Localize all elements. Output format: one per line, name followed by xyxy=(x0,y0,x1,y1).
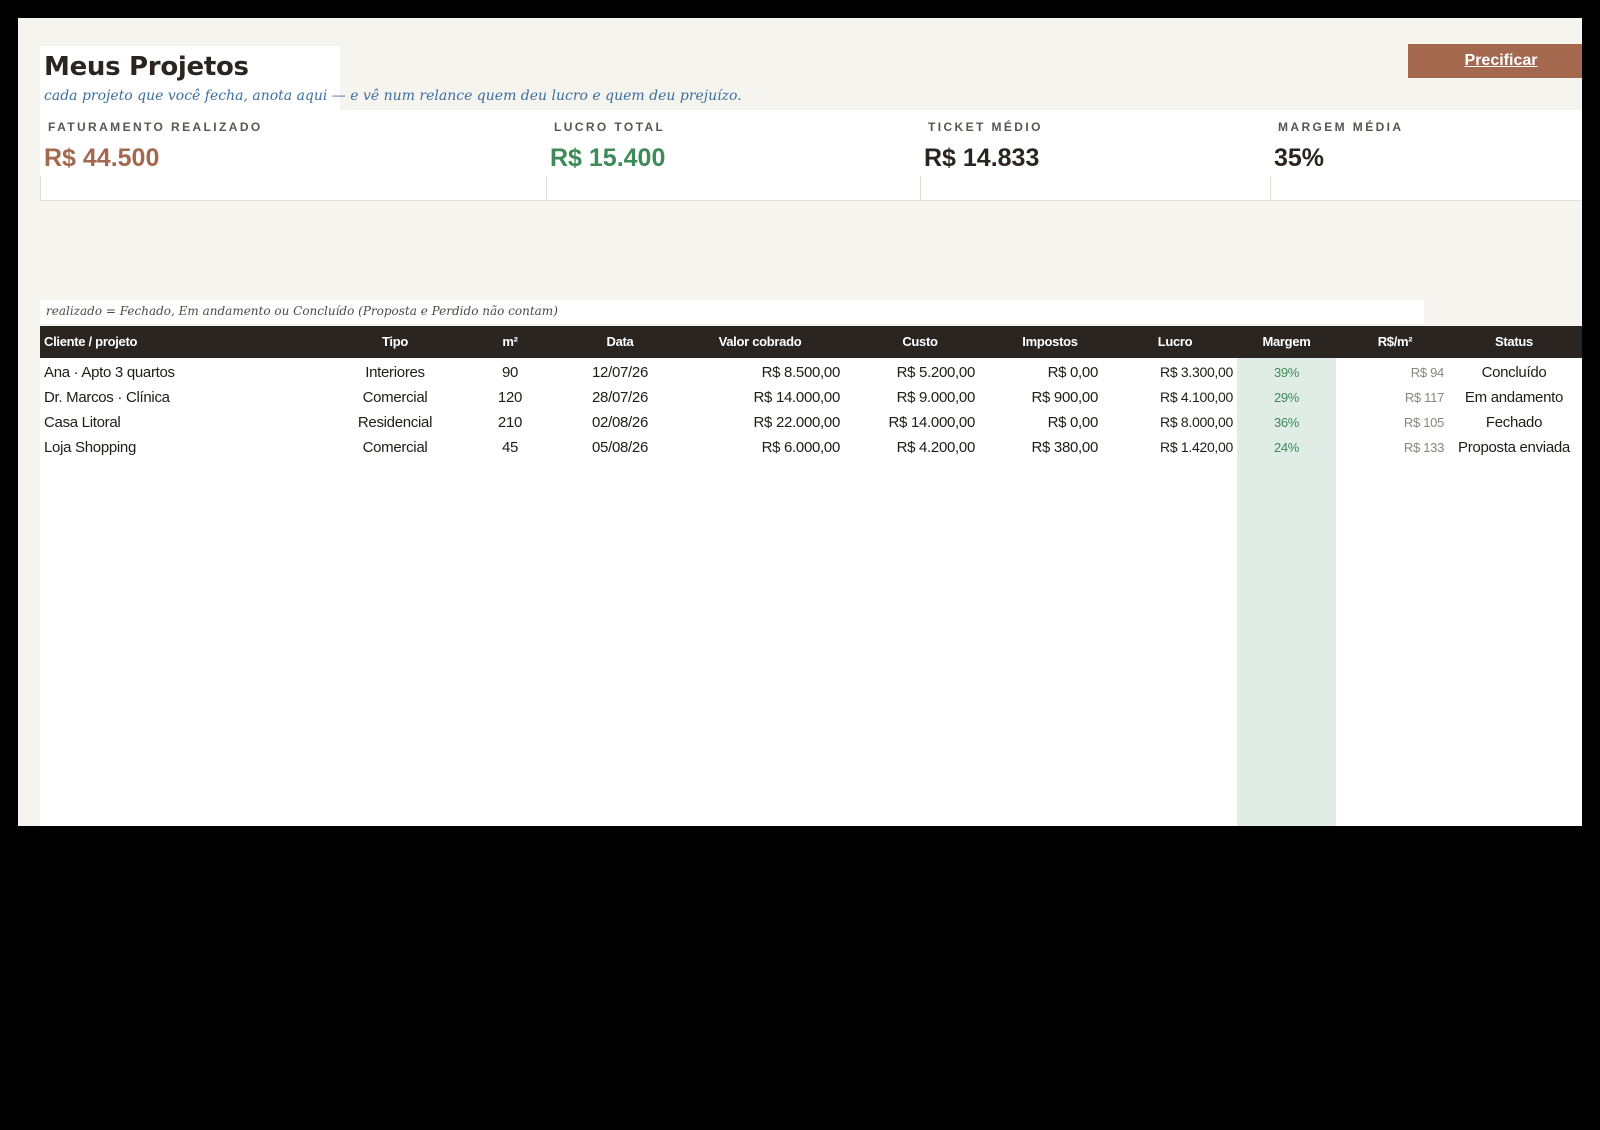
cell-lucro[interactable]: R$ 3.300,00 xyxy=(1100,360,1233,385)
cell-valor[interactable]: R$ 8.500,00 xyxy=(680,360,841,385)
cell-status[interactable]: Concluído xyxy=(1450,360,1578,385)
table-header: Cliente / projeto Tipo m² Data Valor cob… xyxy=(40,326,1582,358)
cell-type[interactable]: Interiores xyxy=(340,360,450,385)
cell-custo[interactable]: R$ 4.200,00 xyxy=(840,435,976,460)
cell-valor[interactable]: R$ 6.000,00 xyxy=(680,435,841,460)
column-header[interactable]: Custo xyxy=(855,326,985,358)
kpi-faturamento-card: FATURAMENTO REALIZADO R$ 44.500 xyxy=(40,110,546,200)
cell-client[interactable]: Dr. Marcos · Clínica xyxy=(44,385,334,410)
column-header[interactable]: Valor cobrado xyxy=(680,326,840,358)
kpi-ticket-card: TICKET MÉDIO R$ 14.833 xyxy=(920,110,1270,200)
cell-custo[interactable]: R$ 9.000,00 xyxy=(840,385,976,410)
column-header[interactable]: Impostos xyxy=(985,326,1115,358)
note-bar: realizado = Fechado, Em andamento ou Con… xyxy=(40,300,1424,324)
column-header[interactable]: Data xyxy=(570,326,670,358)
cell-date[interactable]: 28/07/26 xyxy=(570,385,670,410)
cell-rsm2[interactable]: R$ 117 xyxy=(1340,385,1444,410)
kpi-value: R$ 44.500 xyxy=(44,144,160,172)
cell-date[interactable]: 02/08/26 xyxy=(570,410,670,435)
table-row[interactable]: Loja Shopping Comercial 45 05/08/26 R$ 6… xyxy=(40,435,1582,460)
kpi-divider xyxy=(546,176,547,200)
kpi-margem-card: MARGEM MÉDIA 35% xyxy=(1270,110,1582,200)
kpi-value: 35% xyxy=(1274,144,1325,172)
kpi-divider xyxy=(1270,176,1271,200)
spreadsheet-sheet: Meus Projetos cada projeto que você fech… xyxy=(18,18,1582,826)
cell-margem[interactable]: 36% xyxy=(1237,410,1336,435)
column-header[interactable]: R$/m² xyxy=(1340,326,1450,358)
page-title: Meus Projetos xyxy=(44,52,249,82)
kpi-label: TICKET MÉDIO xyxy=(928,120,1043,134)
cell-lucro[interactable]: R$ 4.100,00 xyxy=(1100,385,1233,410)
cell-status[interactable]: Proposta enviada xyxy=(1450,435,1578,460)
cell-type[interactable]: Comercial xyxy=(340,435,450,460)
kpi-value: R$ 15.400 xyxy=(550,144,666,172)
cell-valor[interactable]: R$ 22.000,00 xyxy=(680,410,841,435)
column-header[interactable]: Status xyxy=(1450,326,1578,358)
kpi-label: LUCRO TOTAL xyxy=(554,120,666,134)
cell-impostos[interactable]: R$ 380,00 xyxy=(975,435,1098,460)
cell-client[interactable]: Ana · Apto 3 quartos xyxy=(44,360,334,385)
cell-area[interactable]: 120 xyxy=(490,385,530,410)
cell-type[interactable]: Comercial xyxy=(340,385,450,410)
cell-rsm2[interactable]: R$ 94 xyxy=(1340,360,1445,385)
kpi-label: FATURAMENTO REALIZADO xyxy=(48,120,263,134)
cell-margem[interactable]: 39% xyxy=(1237,360,1336,385)
cell-date[interactable]: 05/08/26 xyxy=(570,435,670,460)
table-row[interactable]: Dr. Marcos · Clínica Comercial 120 28/07… xyxy=(40,385,1582,410)
cell-impostos[interactable]: R$ 900,00 xyxy=(975,385,1098,410)
kpi-lucro-card: LUCRO TOTAL R$ 15.400 xyxy=(546,110,920,200)
kpi-strip: FATURAMENTO REALIZADO R$ 44.500 LUCRO TO… xyxy=(40,110,1582,201)
cell-impostos[interactable]: R$ 0,00 xyxy=(975,410,1099,435)
column-header[interactable]: Cliente / projeto xyxy=(44,326,324,358)
table-row[interactable]: Casa Litoral Residencial 210 02/08/26 R$… xyxy=(40,410,1582,435)
cell-custo[interactable]: R$ 14.000,00 xyxy=(840,410,976,435)
column-header[interactable]: m² xyxy=(490,326,530,358)
cell-client[interactable]: Loja Shopping xyxy=(44,435,334,460)
cell-valor[interactable]: R$ 14.000,00 xyxy=(680,385,841,410)
cell-lucro[interactable]: R$ 8.000,00 xyxy=(1100,410,1233,435)
cell-custo[interactable]: R$ 5.200,00 xyxy=(840,360,976,385)
cell-type[interactable]: Residencial xyxy=(340,410,450,435)
kpi-label: MARGEM MÉDIA xyxy=(1278,120,1404,134)
cell-rsm2[interactable]: R$ 105 xyxy=(1340,410,1444,435)
cell-area[interactable]: 45 xyxy=(490,435,530,460)
cell-rsm2[interactable]: R$ 133 xyxy=(1340,435,1444,460)
cell-date[interactable]: 12/07/26 xyxy=(570,360,670,385)
cell-status[interactable]: Em andamento xyxy=(1450,385,1578,410)
cell-impostos[interactable]: R$ 0,00 xyxy=(975,360,1099,385)
page-subtitle: cada projeto que você fecha, anota aqui … xyxy=(44,88,742,104)
precificar-button[interactable]: Precificar xyxy=(1408,44,1582,78)
kpi-value: R$ 14.833 xyxy=(924,144,1040,172)
cell-area[interactable]: 90 xyxy=(490,360,530,385)
cell-client[interactable]: Casa Litoral xyxy=(44,410,334,435)
kpi-divider xyxy=(920,176,921,200)
column-header[interactable]: Margem xyxy=(1237,326,1336,358)
cell-status[interactable]: Fechado xyxy=(1450,410,1578,435)
cell-area[interactable]: 210 xyxy=(490,410,530,435)
table-row[interactable]: Ana · Apto 3 quartos Interiores 90 12/07… xyxy=(40,360,1582,385)
note-text: realizado = Fechado, Em andamento ou Con… xyxy=(46,304,558,318)
cell-margem[interactable]: 29% xyxy=(1237,385,1336,410)
column-header[interactable]: Lucro xyxy=(1120,326,1230,358)
column-header[interactable]: Tipo xyxy=(340,326,450,358)
projects-table: Cliente / projeto Tipo m² Data Valor cob… xyxy=(40,326,1582,826)
kpi-divider xyxy=(40,176,41,200)
cell-margem[interactable]: 24% xyxy=(1237,435,1336,460)
cell-lucro[interactable]: R$ 1.420,00 xyxy=(1100,435,1233,460)
